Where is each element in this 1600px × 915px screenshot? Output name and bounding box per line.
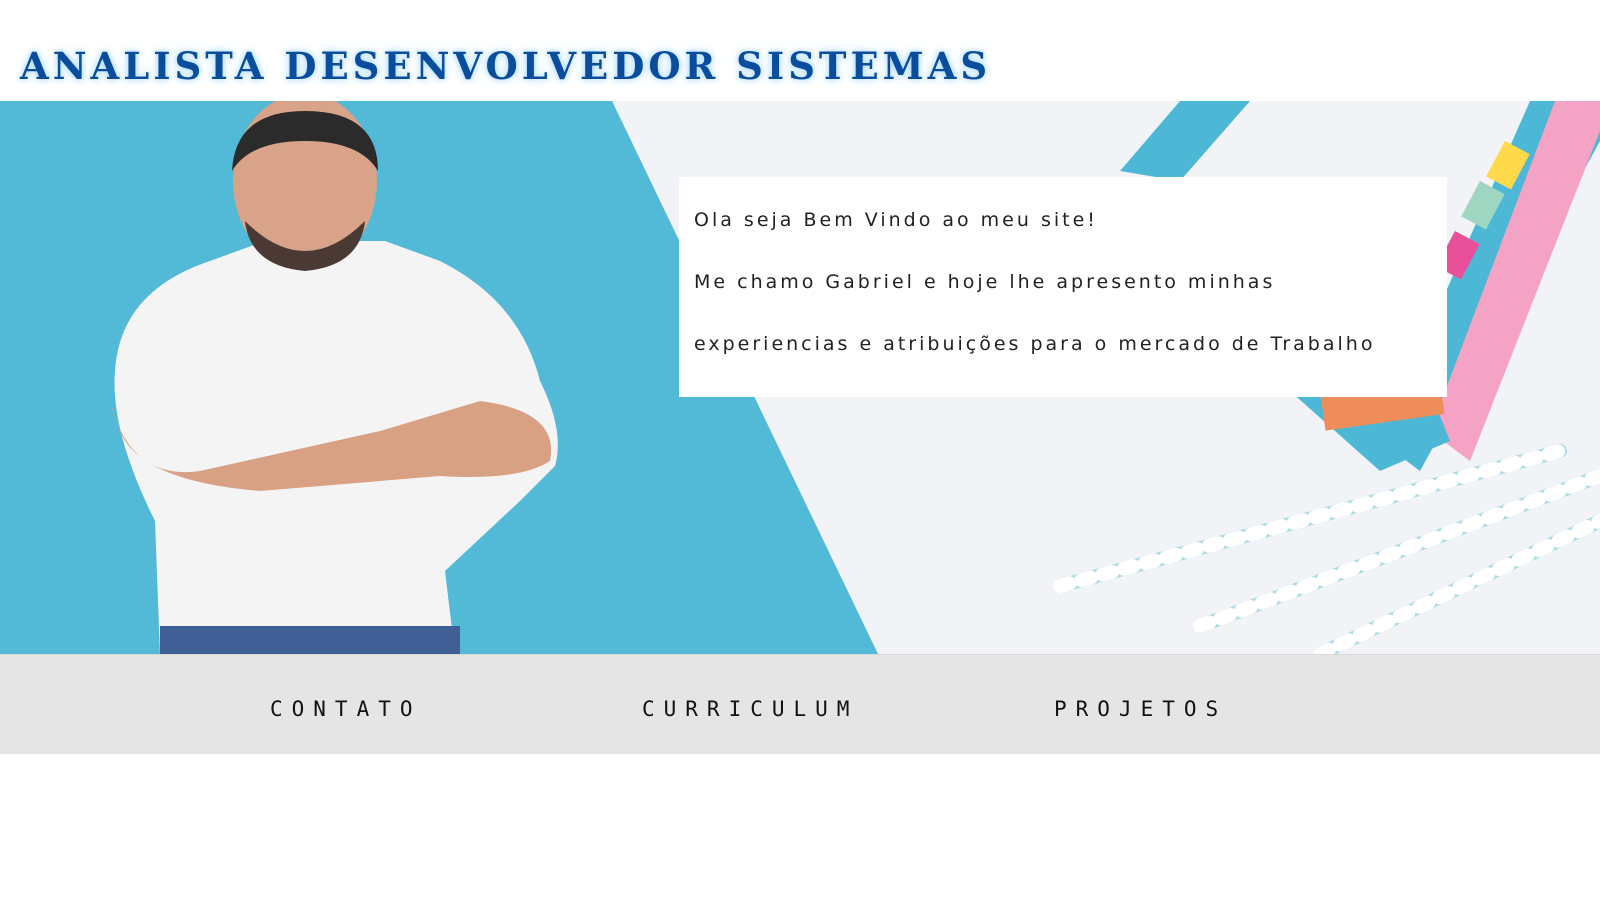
hero-banner: Ola seja Bem Vindo ao meu site! Me chamo…	[0, 101, 1600, 654]
welcome-greeting: Ola seja Bem Vindo ao meu site!	[694, 209, 1098, 231]
main-navigation: CONTATO CURRICULUM PROJETOS	[0, 654, 1600, 755]
nav-link-contato[interactable]: CONTATO	[270, 697, 422, 721]
page-footer-area	[0, 754, 1600, 915]
nav-link-projetos[interactable]: PROJETOS	[1054, 697, 1227, 721]
welcome-intro: Me chamo Gabriel e hoje lhe apresento mi…	[694, 271, 1276, 293]
welcome-card: Ola seja Bem Vindo ao meu site! Me chamo…	[679, 177, 1447, 397]
site-header: ANALISTA DESENVOLVEDOR SISTEMAS	[0, 0, 1600, 100]
nav-link-curriculum[interactable]: CURRICULUM	[642, 697, 858, 721]
site-title: ANALISTA DESENVOLVEDOR SISTEMAS	[20, 44, 992, 88]
welcome-description: experiencias e atribuições para o mercad…	[694, 333, 1376, 355]
